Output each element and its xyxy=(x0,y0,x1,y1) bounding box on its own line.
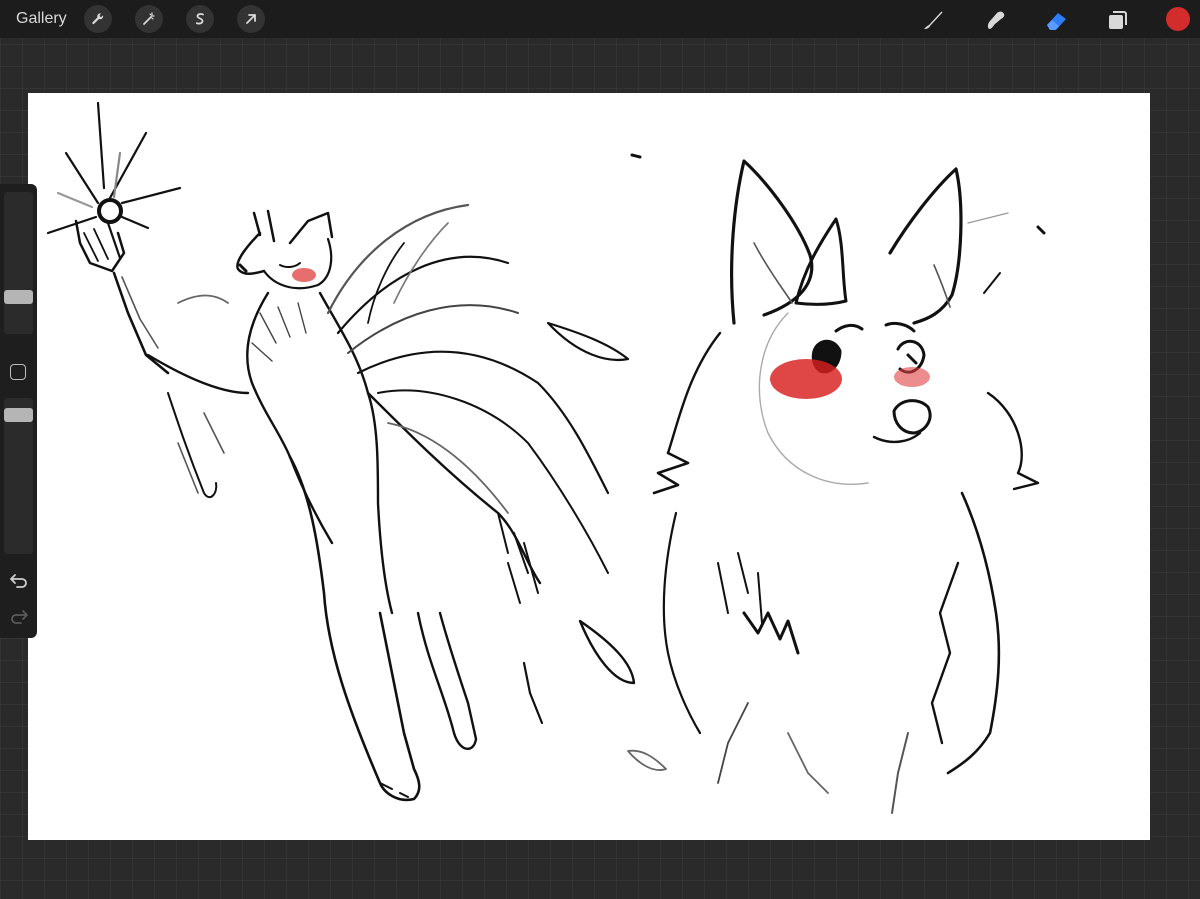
redo-icon[interactable] xyxy=(9,606,29,626)
opacity-thumb[interactable] xyxy=(4,408,33,422)
brush-icon[interactable] xyxy=(918,5,948,35)
brush-size-thumb[interactable] xyxy=(4,290,33,304)
selection-icon[interactable] xyxy=(186,5,214,33)
left-sidebar xyxy=(0,184,37,638)
wrench-icon[interactable] xyxy=(84,5,112,33)
transform-arrow-icon[interactable] xyxy=(237,5,265,33)
opacity-slider[interactable] xyxy=(4,398,33,554)
layers-icon[interactable] xyxy=(1102,5,1132,35)
drawing-canvas[interactable] xyxy=(28,93,1150,840)
undo-icon[interactable] xyxy=(9,570,29,590)
top-toolbar: Gallery xyxy=(0,0,1200,38)
sketch-artwork xyxy=(46,101,1046,814)
magic-wand-icon[interactable] xyxy=(135,5,163,33)
eraser-icon[interactable] xyxy=(1042,5,1072,35)
color-picker-button[interactable] xyxy=(1166,7,1190,31)
brush-size-slider[interactable] xyxy=(4,192,33,334)
modify-button[interactable] xyxy=(10,364,26,380)
smudge-icon[interactable] xyxy=(980,5,1010,35)
gallery-button[interactable]: Gallery xyxy=(16,10,67,28)
